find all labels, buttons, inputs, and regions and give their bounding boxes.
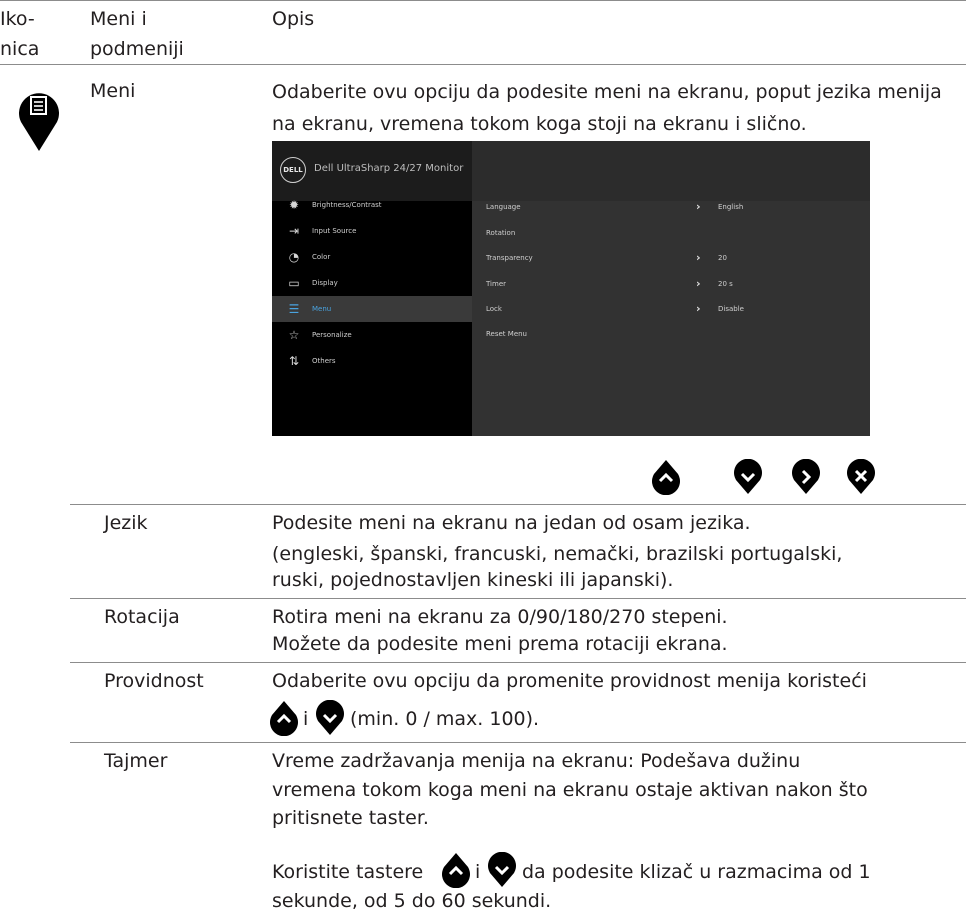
row-desc-tajmer: pritisnete taster. [272,807,429,829]
osd-screenshot: DELL Dell UltraSharp 24/27 Monitor ✹ Bri… [272,141,870,436]
row-name-tajmer: Tajmer [104,750,168,772]
osd-item-others[interactable]: ⇅ Others [272,348,472,374]
setting-label: Language [486,203,521,211]
osd-setting-language[interactable]: Language › English [486,194,856,220]
header-menu-col: Meni i podmeniji [90,8,184,60]
row-desc-tajmer: Koristite tastere [272,861,424,883]
row-rule [70,662,966,663]
sun-icon: ✹ [288,198,300,212]
row-desc-rotacija: Rotira meni na ekranu za 0/90/180/270 st… [272,606,728,628]
setting-label: Reset Menu [486,330,527,338]
row-desc-providnost: (min. 0 / max. 100). [350,708,540,730]
close-icon [845,459,877,495]
up-button[interactable] [650,459,682,496]
row-desc-tajmer: i [475,861,481,883]
right-button[interactable] [790,459,822,495]
row-desc-rotacija: Možete da podesite meni prema rotaciji e… [272,633,728,655]
osd-setting-rotation[interactable]: Rotation [486,220,856,246]
row-desc-providnost: i [303,708,309,730]
setting-value: English [718,203,744,211]
dell-logo: DELL [280,157,306,183]
setting-label: Transparency [486,254,533,262]
osd-item-label: Input Source [312,227,357,235]
row-desc-providnost: Odaberite ovu opciju da promenite provid… [272,670,867,692]
setting-value: 20 [718,254,727,262]
right-icon [790,459,822,495]
osd-item-display[interactable]: ▭ Display [272,270,472,296]
header-rule [0,64,966,65]
osd-setting-timer[interactable]: Timer › 20 s [486,271,856,297]
down-icon [486,852,518,888]
down-icon [732,459,764,495]
setting-label: Lock [486,305,502,313]
row-desc-jezik: ruski, pojednostavljen kineski ili japan… [272,569,674,591]
osd-setting-lock[interactable]: Lock › Disable [486,296,856,322]
setting-value: Disable [718,305,744,313]
menu-list-icon [16,82,62,152]
others-icon: ⇅ [288,354,300,368]
row-desc-tajmer: vremena tokom koga meni na ekranu ostaje… [272,779,868,801]
menu-icon: ☰ [288,302,300,316]
header-desc-col: Opis [272,8,315,30]
row-desc-tajmer: Vreme zadržavanja menija na ekranu: Pode… [272,750,801,772]
osd-item-label: Menu [312,305,332,313]
input-icon: ⇥ [288,224,300,238]
osd-setting-transparency[interactable]: Transparency › 20 [486,245,856,271]
osd-item-color[interactable]: ◔ Color [272,244,472,270]
row-name-jezik: Jezik [104,512,148,534]
chevron-right-icon: › [696,277,701,290]
osd-item-label: Brightness/Contrast [312,201,382,209]
chevron-right-icon: › [696,200,701,213]
row-desc-tajmer: sekunde, od 5 do 60 sekundi. [272,890,552,912]
osd-item-label: Personalize [312,331,352,339]
up-icon [652,460,680,496]
osd-title: Dell UltraSharp 24/27 Monitor [314,163,464,174]
menu-section-description: Odaberite ovu opciju da podesite meni na… [272,81,942,135]
chevron-right-icon: › [696,251,701,264]
osd-item-label: Others [312,357,336,365]
menu-section-rule [70,504,966,505]
setting-label: Timer [486,280,507,288]
osd-item-brightness[interactable]: ✹ Brightness/Contrast [272,192,472,218]
close-button[interactable] [845,459,877,495]
row-name-providnost: Providnost [104,670,204,692]
row-desc-tajmer: da podesite klizač u razmacima od 1 [522,861,871,883]
star-icon: ☆ [288,328,300,342]
setting-value: 20 s [718,280,733,288]
header-icon-col: Iko- nica [0,8,40,60]
row-rule [70,598,966,599]
menu-section-name: Meni [90,80,136,102]
osd-item-label: Color [312,253,331,261]
up-icon [268,700,300,737]
setting-label: Rotation [486,229,516,237]
down-icon [314,700,346,736]
chevron-right-icon: › [696,302,701,315]
osd-item-personalize[interactable]: ☆ Personalize [272,322,472,348]
up-icon [440,852,472,889]
osd-item-menu[interactable]: ☰ Menu [272,296,472,322]
osd-item-label: Display [312,279,338,287]
down-button[interactable] [732,459,764,495]
monitor-icon: ▭ [288,276,300,290]
osd-setting-reset-menu[interactable]: Reset Menu [486,321,856,347]
row-name-rotacija: Rotacija [104,606,180,628]
osd-item-input-source[interactable]: ⇥ Input Source [272,218,472,244]
palette-icon: ◔ [288,250,300,264]
row-rule [70,742,966,743]
top-rule [0,0,966,1]
row-desc-jezik: Podesite meni na ekranu na jedan od osam… [272,512,751,534]
